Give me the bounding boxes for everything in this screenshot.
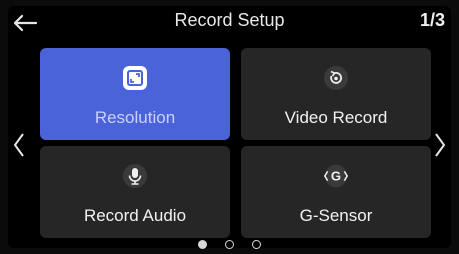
page-dot[interactable]: [225, 240, 234, 249]
svg-text:G: G: [331, 169, 341, 184]
tile-label: G-Sensor: [299, 206, 373, 225]
tile-g-sensor[interactable]: G G-Sensor: [241, 146, 431, 238]
page-title: Record Setup: [174, 10, 285, 30]
tile-video-record[interactable]: Video Record: [241, 48, 431, 140]
tile-label: Record Audio: [83, 206, 187, 225]
page-dot[interactable]: [252, 240, 261, 249]
video-record-icon: [322, 64, 350, 92]
previous-page-button[interactable]: [10, 128, 28, 162]
pagination-dots: [0, 240, 459, 249]
microphone-icon: [121, 162, 149, 190]
tile-label: Video Record: [284, 108, 388, 127]
page-dot[interactable]: [198, 240, 207, 249]
tile-resolution[interactable]: Resolution: [40, 48, 230, 140]
page-counter: 1/3: [419, 10, 445, 30]
next-page-button[interactable]: [431, 128, 449, 162]
tile-record-audio[interactable]: Record Audio: [40, 146, 230, 238]
g-sensor-icon: G: [322, 162, 350, 190]
resolution-icon: [121, 64, 149, 92]
chevron-left-icon: [13, 133, 24, 157]
chevron-right-icon: [435, 133, 446, 157]
tile-label: Resolution: [94, 108, 176, 127]
